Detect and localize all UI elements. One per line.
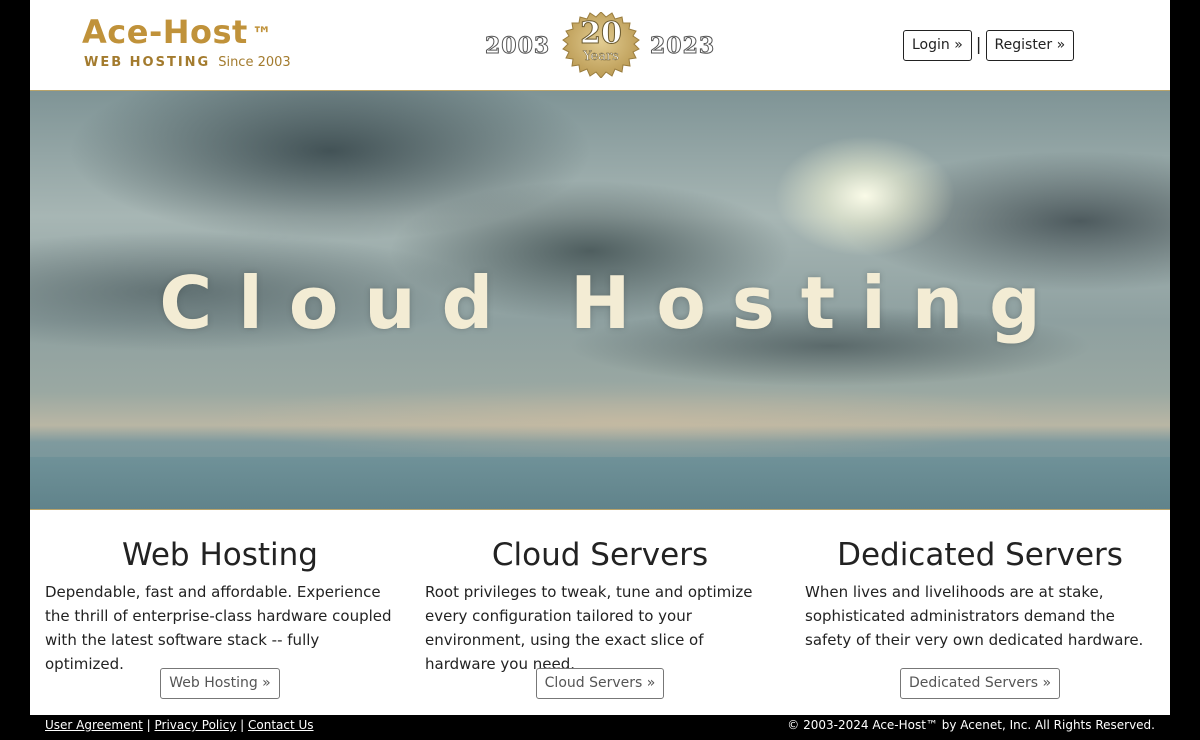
feature-title: Web Hosting: [122, 537, 318, 573]
hero-banner: Cloud Hosting: [30, 90, 1170, 510]
site-footer: User Agreement | Privacy Policy | Contac…: [30, 715, 1170, 740]
auth-separator: |: [975, 35, 982, 55]
footer-separator: |: [240, 718, 245, 732]
footer-link-privacy-policy[interactable]: Privacy Policy: [155, 718, 237, 732]
feature-description: Root privileges to tweak, tune and optim…: [425, 583, 753, 673]
logo-name: Ace-Host: [82, 13, 248, 51]
footer-link-user-agreement[interactable]: User Agreement: [45, 718, 143, 732]
logo-tagline: WEB HOSTING: [84, 55, 211, 70]
feature-title: Dedicated Servers: [837, 537, 1123, 573]
anniversary-badge: 2003 20 Years 2023: [484, 12, 717, 78]
auth-links: Login » | Register »: [903, 30, 1075, 61]
feature-dedicated-servers: Dedicated Servers When lives and livelih…: [790, 510, 1170, 710]
site-header: Ace-Host ™ WEB HOSTING Since 2003 2003 20 …: [30, 0, 1170, 90]
anniversary-seal-number: 20: [580, 16, 623, 52]
logo-title: Ace-Host ™: [82, 14, 272, 50]
page-container: Ace-Host ™ WEB HOSTING Since 2003 2003 20 …: [30, 0, 1170, 715]
footer-link-contact-us[interactable]: Contact Us: [248, 718, 314, 732]
cloud-servers-button[interactable]: Cloud Servers »: [535, 668, 665, 699]
footer-copyright: © 2003-2024 Ace-Host™ by Acenet, Inc. Al…: [787, 718, 1155, 732]
site-logo[interactable]: Ace-Host ™ WEB HOSTING Since 2003: [82, 14, 291, 70]
footer-links: User Agreement | Privacy Policy | Contac…: [45, 715, 314, 735]
anniversary-seal-label: Years: [583, 49, 619, 64]
anniversary-year-start: 2003: [484, 33, 551, 60]
hero-title: Cloud Hosting: [159, 261, 1067, 345]
dedicated-servers-button[interactable]: Dedicated Servers »: [899, 668, 1061, 699]
logo-trademark: ™: [251, 22, 273, 46]
logo-since: Since 2003: [218, 55, 291, 70]
feature-title: Cloud Servers: [491, 537, 709, 573]
logo-subtitle: WEB HOSTING Since 2003: [84, 55, 291, 70]
footer-separator: |: [146, 718, 151, 732]
anniversary-year-end: 2023: [649, 33, 716, 60]
feature-web-hosting: Web Hosting Dependable, fast and afforda…: [30, 510, 410, 710]
login-button[interactable]: Login »: [903, 30, 972, 61]
feature-cloud-servers: Cloud Servers Root privileges to tweak, …: [410, 510, 790, 710]
feature-description: When lives and livelihoods are at stake,…: [805, 583, 1144, 649]
web-hosting-button[interactable]: Web Hosting »: [160, 668, 280, 699]
register-button[interactable]: Register »: [985, 30, 1075, 61]
hero-sea-band: [30, 457, 1170, 509]
feature-description: Dependable, fast and affordable. Experie…: [45, 583, 392, 673]
